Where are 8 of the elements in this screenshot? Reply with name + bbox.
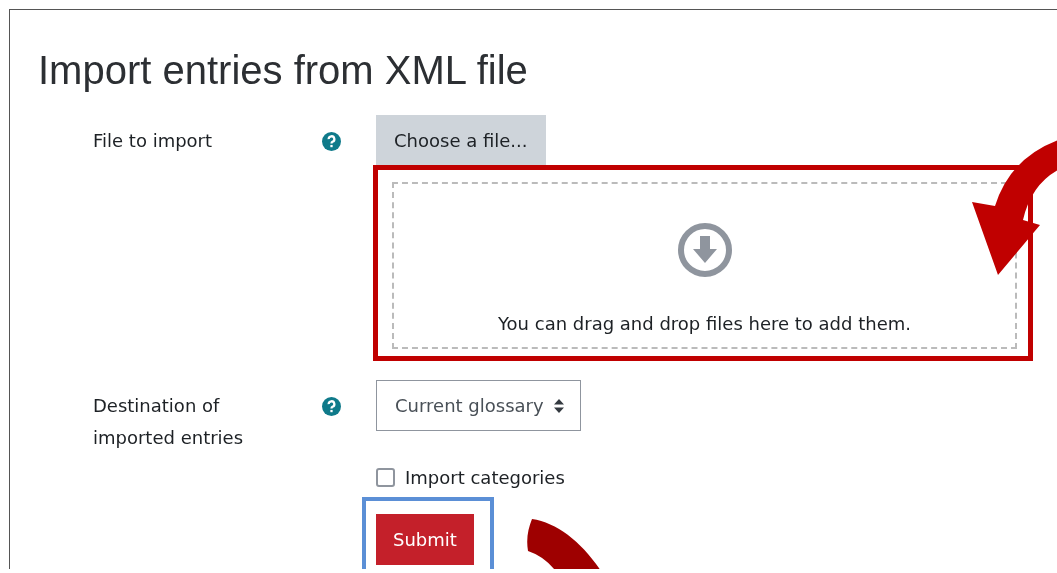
drop-hint: You can drag and drop files here to add them.: [498, 313, 911, 334]
choose-file-button[interactable]: Choose a file...: [376, 115, 546, 165]
select-field[interactable]: Current glossary: [376, 380, 581, 431]
submit-button[interactable]: Submit: [376, 514, 474, 565]
field-label: Destination of imported entries: [93, 394, 245, 450]
field-label: File to import: [93, 129, 214, 153]
checkbox-label: Import categories: [405, 467, 565, 488]
page-title: Import entries from XML file: [38, 47, 529, 94]
